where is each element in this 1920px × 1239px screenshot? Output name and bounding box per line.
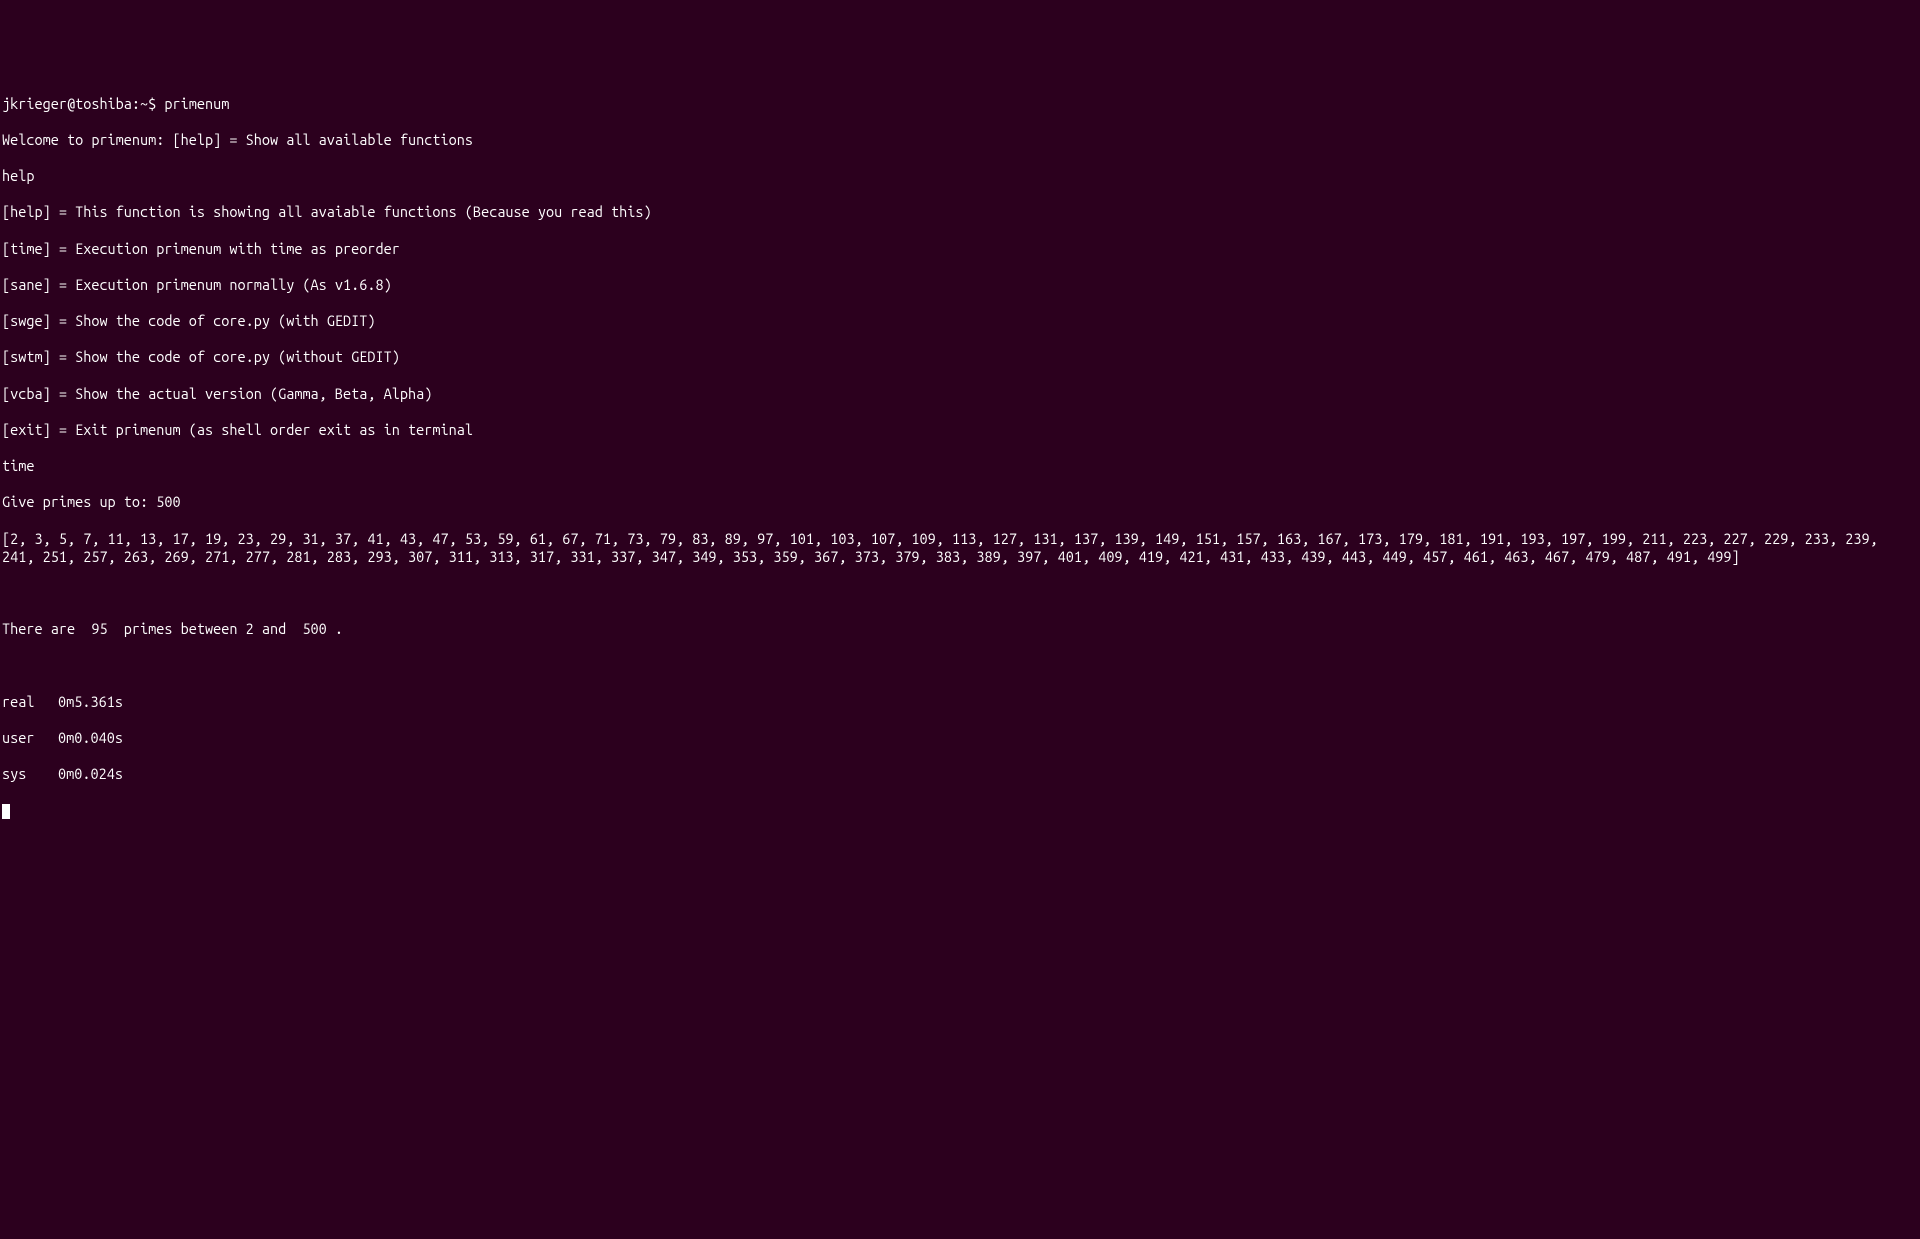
entered-command: primenum (164, 95, 229, 112)
timing-sys: sys0m0.024s (2, 765, 1918, 783)
blank-line (2, 657, 1918, 675)
user-input-time: time (2, 457, 1918, 475)
terminal-window[interactable]: jkrieger@toshiba:~$ primenum Welcome to … (2, 77, 1918, 1149)
help-entry-exit: [exit] = Exit primenum (as shell order e… (2, 421, 1918, 439)
help-entry-sane: [sane] = Execution primenum normally (As… (2, 276, 1918, 294)
timing-user-label: user (2, 729, 58, 747)
primes-summary: There are 95 primes between 2 and 500 . (2, 620, 1918, 638)
prompt-path: :~$ (132, 95, 156, 112)
user-input-help: help (2, 167, 1918, 185)
timing-user: user0m0.040s (2, 729, 1918, 747)
help-entry-vcba: [vcba] = Show the actual version (Gamma,… (2, 385, 1918, 403)
timing-real-value: 0m5.361s (58, 693, 123, 710)
help-entry-swtm: [swtm] = Show the code of core.py (witho… (2, 348, 1918, 366)
primes-prompt-line: Give primes up to: 500 (2, 493, 1918, 511)
timing-real-label: real (2, 693, 58, 711)
command-prompt-line: jkrieger@toshiba:~$ primenum (2, 95, 1918, 113)
prompt-user-host: jkrieger@toshiba (2, 95, 132, 112)
help-entry-help: [help] = This function is showing all av… (2, 203, 1918, 221)
cursor-line[interactable] (2, 802, 1918, 820)
terminal-cursor (2, 804, 10, 819)
timing-real: real0m5.361s (2, 693, 1918, 711)
timing-sys-value: 0m0.024s (58, 765, 123, 782)
welcome-message: Welcome to primenum: [help] = Show all a… (2, 131, 1918, 149)
blank-line (2, 584, 1918, 602)
help-entry-swge: [swge] = Show the code of core.py (with … (2, 312, 1918, 330)
timing-user-value: 0m0.040s (58, 729, 123, 746)
timing-sys-label: sys (2, 765, 58, 783)
primes-output-list: [2, 3, 5, 7, 11, 13, 17, 19, 23, 29, 31,… (2, 530, 1918, 566)
help-entry-time: [time] = Execution primenum with time as… (2, 240, 1918, 258)
